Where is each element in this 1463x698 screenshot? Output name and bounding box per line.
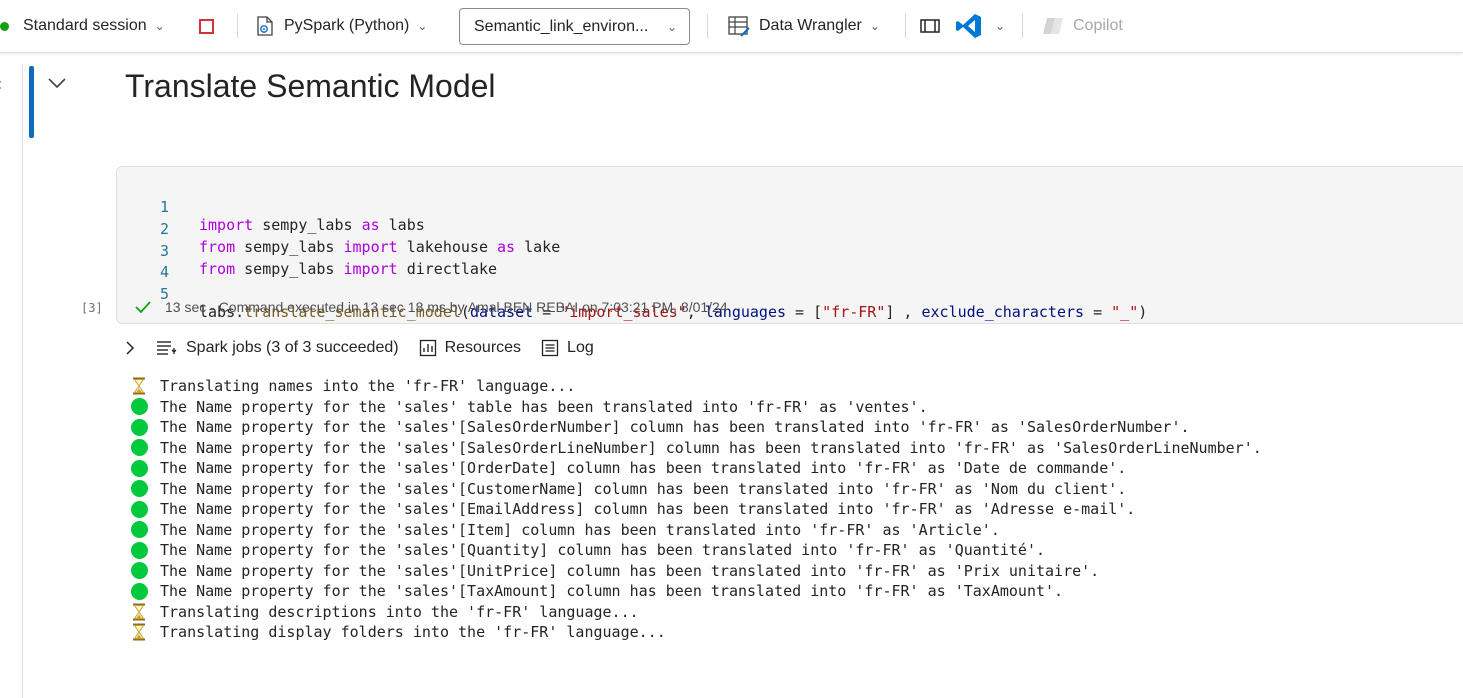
output-line: The Name property for the 'sales' table … <box>130 397 1262 418</box>
markdown-heading: Translate Semantic Model <box>125 68 496 104</box>
output-line: The Name property for the 'sales'[SalesO… <box>130 417 1262 438</box>
output-line: Translating descriptions into the 'fr-FR… <box>130 602 1262 623</box>
vscode-icon <box>956 14 981 38</box>
status-dot-icon <box>130 541 148 559</box>
output-line-text: Translating display folders into the 'fr… <box>160 623 666 642</box>
spark-jobs-button[interactable]: Spark jobs (3 of 3 succeeded) <box>156 339 399 357</box>
output-line: The Name property for the 'sales'[OrderD… <box>130 458 1262 479</box>
output-line: The Name property for the 'sales'[Item] … <box>130 520 1262 541</box>
status-dot-icon <box>130 439 148 457</box>
code-line: 3 from sempy_labs import directlake <box>117 224 497 278</box>
cell-output: Translating names into the 'fr-FR' langu… <box>130 376 1262 643</box>
status-dot-icon <box>130 398 148 416</box>
execution-count: [3] <box>81 301 103 315</box>
data-wrangler-icon <box>727 14 751 38</box>
cell-execution-status: 13 sec - Command executed in 13 sec 18 m… <box>134 299 728 315</box>
focus-mode-button[interactable] <box>918 0 942 52</box>
language-selector[interactable]: PySpark (Python) ⌄ <box>254 0 427 52</box>
status-dot-icon <box>130 480 148 498</box>
environment-selector[interactable]: Semantic_link_environ... ⌄ <box>459 8 690 45</box>
chevron-down-icon: ⌄ <box>666 19 677 34</box>
status-dot-icon <box>130 418 148 436</box>
execution-status-text: 13 sec - Command executed in 13 sec 18 m… <box>165 299 728 315</box>
log-icon <box>541 339 559 357</box>
frame-icon <box>920 19 940 33</box>
stop-session-button[interactable] <box>199 0 214 52</box>
log-label: Log <box>567 339 594 356</box>
toolbar-divider <box>1022 14 1023 38</box>
copilot-icon <box>1043 18 1063 34</box>
active-cell-indicator <box>29 66 34 138</box>
code-line: 2 from sempy_labs import lakehouse as la… <box>117 202 560 256</box>
output-line-text: Translating descriptions into the 'fr-FR… <box>160 602 639 621</box>
output-line-text: The Name property for the 'sales'[UnitPr… <box>160 561 1100 580</box>
output-line: The Name property for the 'sales'[EmailA… <box>130 499 1262 520</box>
notebook-toolbar: Standard session ⌄ PySpark (Python) ⌄ Se… <box>0 0 1463 53</box>
expand-spark-jobs-button[interactable] <box>122 340 146 356</box>
code-line: 4 <box>117 245 171 281</box>
status-dot-icon <box>130 500 148 518</box>
output-line: The Name property for the 'sales'[Quanti… <box>130 540 1262 561</box>
output-line-text: The Name property for the 'sales'[Custom… <box>160 479 1127 498</box>
chevron-down-icon: ⌄ <box>995 19 1006 33</box>
resources-button[interactable]: Resources <box>419 339 521 357</box>
hourglass-icon <box>130 377 148 395</box>
code-line: 1 import sempy_labs as labs <box>117 180 425 234</box>
output-line-text: The Name property for the 'sales'[SalesO… <box>160 418 1190 437</box>
code-editor[interactable]: 1 import sempy_labs as labs 2 from sempy… <box>117 180 1147 321</box>
session-label: Standard session <box>23 17 147 34</box>
output-line-text: The Name property for the 'sales'[OrderD… <box>160 459 1127 478</box>
status-dot-icon <box>130 582 148 600</box>
cell-gutter-divider <box>22 64 23 698</box>
gear-file-icon <box>254 15 276 37</box>
output-line: The Name property for the 'sales'[SalesO… <box>130 438 1262 459</box>
output-line-text: The Name property for the 'sales'[TaxAmo… <box>160 582 1064 601</box>
hourglass-icon <box>130 623 148 641</box>
output-line-text: The Name property for the 'sales' table … <box>160 397 928 416</box>
chevron-down-icon: ⌄ <box>869 19 880 33</box>
status-dot-icon <box>130 459 148 477</box>
resources-label: Resources <box>444 339 522 356</box>
output-line: Translating display folders into the 'fr… <box>130 622 1262 643</box>
data-wrangler-label: Data Wrangler <box>759 17 862 34</box>
toolbar-divider <box>237 14 238 38</box>
environment-label: Semantic_link_environ... <box>474 17 649 35</box>
output-line: Translating names into the 'fr-FR' langu… <box>130 376 1262 397</box>
copilot-label: Copilot <box>1073 17 1123 34</box>
spark-jobs-icon <box>157 341 177 355</box>
vscode-button[interactable]: ⌄ <box>955 0 1005 52</box>
session-status-icon <box>0 21 9 31</box>
code-line: 5 labs.translate_semantic_model(dataset … <box>117 267 1147 321</box>
output-line-text: The Name property for the 'sales'[EmailA… <box>160 500 1136 519</box>
output-line-text: The Name property for the 'sales'[Item] … <box>160 520 1000 539</box>
copilot-button[interactable]: Copilot <box>1041 0 1123 52</box>
output-line-text: Translating names into the 'fr-FR' langu… <box>160 377 576 396</box>
session-selector[interactable]: Standard session ⌄ <box>0 0 165 52</box>
output-line-text: The Name property for the 'sales'[Quanti… <box>160 541 1046 560</box>
chevron-right-icon <box>126 341 135 355</box>
spark-jobs-label: Spark jobs (3 of 3 succeeded) <box>186 339 399 356</box>
toolbar-divider <box>707 14 708 38</box>
output-toolbar: Spark jobs (3 of 3 succeeded) Resources … <box>122 336 614 360</box>
chevron-down-icon: ⌄ <box>154 19 165 33</box>
hourglass-icon <box>130 603 148 621</box>
stop-icon <box>199 18 214 34</box>
language-label: PySpark (Python) <box>284 17 410 34</box>
output-line-text: The Name property for the 'sales'[SalesO… <box>160 438 1262 457</box>
collapse-cell-icon[interactable] <box>46 72 68 94</box>
chevron-left-icon[interactable]: ‹ <box>0 74 2 95</box>
status-dot-icon <box>130 521 148 539</box>
chevron-down-icon: ⌄ <box>417 19 428 33</box>
log-button[interactable]: Log <box>541 339 594 357</box>
output-line: The Name property for the 'sales'[TaxAmo… <box>130 581 1262 602</box>
data-wrangler-button[interactable]: Data Wrangler ⌄ <box>727 0 880 52</box>
checkmark-icon <box>135 301 151 314</box>
resources-icon <box>419 339 436 357</box>
output-line: The Name property for the 'sales'[Custom… <box>130 479 1262 500</box>
toolbar-divider <box>905 14 906 38</box>
output-line: The Name property for the 'sales'[UnitPr… <box>130 561 1262 582</box>
status-dot-icon <box>130 562 148 580</box>
